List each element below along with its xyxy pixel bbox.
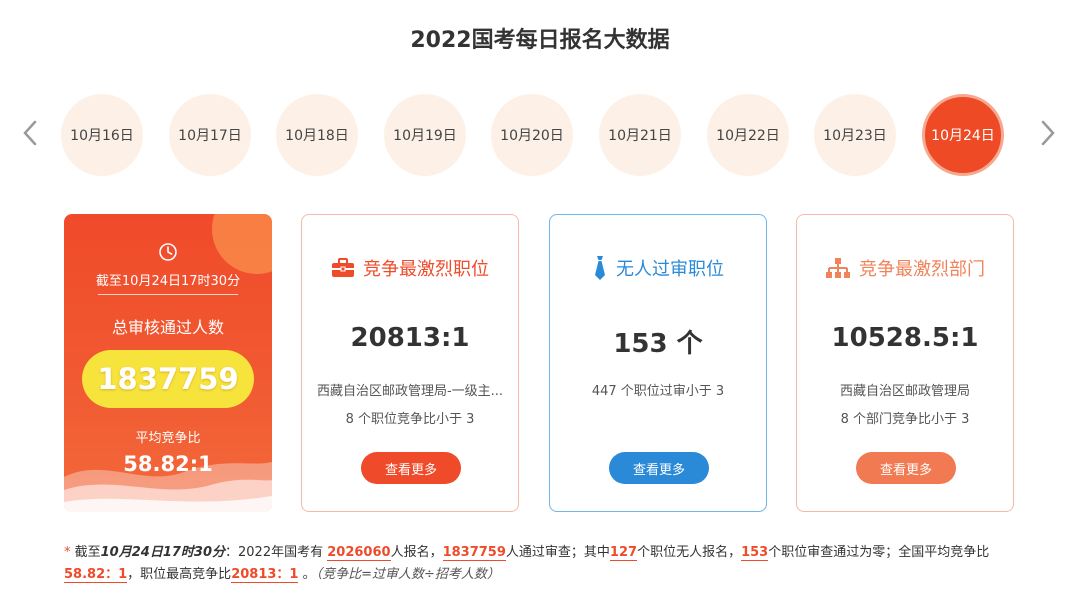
max-ratio: 20813：1 [231,567,299,583]
date-item[interactable]: 10月16日 [61,94,143,176]
footnote-text: ，职位最高竞争比 [127,567,232,582]
footnote-text: 截至 [70,545,101,560]
card-detail: 西藏自治区邮政管理局-一级主... [316,384,504,399]
no-pass-position-card: 无人过审职位 153 个 447 个职位过审小于 3 查看更多 [549,214,767,512]
view-more-button[interactable]: 查看更多 [856,452,956,484]
card-value: 10528.5:1 [831,323,979,353]
avg-ratio-label: 平均竞争比 [135,431,201,446]
card-title: 竞争最激烈部门 [859,259,985,280]
date-selector: 10月16日 10月17日 10月18日 10月19日 10月20日 10月21… [0,94,1080,176]
date-item[interactable]: 10月23日 [814,94,896,176]
card-title: 无人过审职位 [616,259,724,280]
card-subdetail: 8 个职位竞争比小于 3 [345,412,475,427]
footnote-text: 人报名， [390,545,443,560]
tie-icon [592,255,608,281]
card-header: 竞争最激烈职位 [302,255,518,281]
date-item[interactable]: 10月17日 [169,94,251,176]
footnote-text: ：2022年国考有 [225,545,328,560]
passed-count: 1837759 [442,545,506,561]
hottest-position-card: 竞争最激烈职位 20813:1 西藏自治区邮政管理局-一级主... 8 个职位竞… [301,214,519,512]
summary-card: 截至10月24日17时30分 总审核通过人数 1837759 平均竞争比 58.… [64,214,272,512]
avg-ratio-value: 58.82:1 [123,452,213,476]
footnote-text: 人通过审查；其中 [505,545,610,560]
card-header: 竞争最激烈部门 [797,255,1013,281]
card-subdetail: 8 个部门竞争比小于 3 [840,412,970,427]
view-more-button[interactable]: 查看更多 [609,452,709,484]
formula-note: （竞争比=过审人数÷招考人数） [315,567,500,582]
briefcase-icon [331,258,355,278]
view-more-button[interactable]: 查看更多 [361,452,461,484]
clock-icon [158,242,178,262]
footnote-text: 个职位无人报名， [637,545,742,560]
card-value: 153 个 [613,329,703,359]
card-detail: 西藏自治区邮政管理局 [839,384,970,399]
footnote-time: 10月24日17时30分 [100,545,226,560]
footnote-text: 。 [298,567,316,582]
summary-time: 截至10月24日17时30分 [95,274,241,289]
applicant-count: 2026060 [327,545,391,561]
no-applicant-positions: 127 [609,545,638,561]
date-item[interactable]: 10月18日 [276,94,358,176]
date-item[interactable]: 10月21日 [599,94,681,176]
total-passed-count: 1837759 [82,350,254,408]
no-pass-positions: 153 [741,545,769,561]
card-value: 20813:1 [350,323,470,353]
date-item[interactable]: 10月19日 [384,94,466,176]
page-title: 2022国考每日报名大数据 [410,28,670,53]
summary-label: 总审核通过人数 [111,318,224,337]
card-detail: 447 个职位过审小于 3 [591,384,725,399]
footnote: * 截至10月24日17时30分：2022年国考有 2026060人报名，183… [64,542,1024,586]
card-header: 无人过审职位 [550,255,766,281]
date-item[interactable]: 10月20日 [491,94,573,176]
hottest-department-card: 竞争最激烈部门 10528.5:1 西藏自治区邮政管理局 8 个部门竞争比小于 … [796,214,1014,512]
divider [98,294,238,295]
decorative-circle [212,214,272,274]
org-chart-icon [825,257,851,279]
avg-ratio: 58.82：1 [64,567,128,583]
card-title: 竞争最激烈职位 [363,259,489,280]
date-item-selected[interactable]: 10月24日 [922,94,1004,176]
date-item[interactable]: 10月22日 [707,94,789,176]
footnote-text: 个职位审查通过为零；全国平均竞争比 [768,545,990,560]
